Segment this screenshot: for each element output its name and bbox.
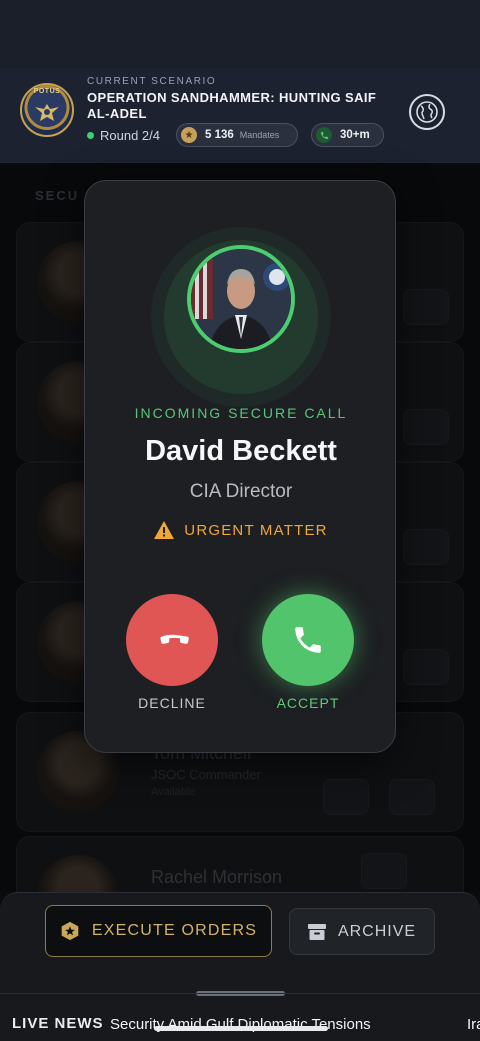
status-dot	[87, 132, 94, 139]
timer-value: 30+m	[340, 129, 370, 141]
accept-label: ACCEPT	[276, 695, 340, 711]
scenario-label: CURRENT SCENARIO	[87, 76, 217, 87]
execute-orders-label: EXECUTE ORDERS	[91, 922, 258, 939]
accept-call-button[interactable]	[262, 594, 354, 686]
archive-label: ARCHIVE	[337, 922, 417, 940]
call-timer-badge[interactable]: 30+m	[311, 123, 384, 147]
incoming-call-label: INCOMING SECURE CALL	[134, 405, 348, 421]
caller-portrait	[191, 249, 291, 349]
hexagon-star-icon	[61, 921, 79, 941]
home-indicator[interactable]	[154, 1026, 328, 1031]
urgency-text: URGENT MATTER	[184, 521, 328, 539]
round-indicator: Round 2/4	[87, 128, 160, 143]
decline-label: DECLINE	[138, 695, 206, 711]
news-ticker: LIVE NEWS Security Amid Gulf Diplomatic …	[0, 1010, 480, 1040]
potus-seal-logo: POTUS	[20, 83, 74, 137]
phone-icon	[316, 127, 332, 143]
decline-call-button[interactable]	[126, 594, 218, 686]
scenario-title: OPERATION SANDHAMMER: HUNTING SAIF AL-AD…	[87, 90, 377, 121]
seal-text: POTUS	[33, 88, 61, 95]
urgency-badge: URGENT MATTER	[85, 521, 397, 539]
top-status-area	[0, 0, 480, 68]
globe-button[interactable]	[409, 94, 445, 130]
star-icon: ★	[181, 127, 197, 143]
globe-icon	[416, 101, 438, 123]
live-news-label: LIVE NEWS	[12, 1015, 104, 1032]
caller-role: CIA Director	[189, 481, 293, 502]
ticker-next-headline[interactable]: Ira	[467, 1016, 480, 1033]
mandates-value: 5 136	[205, 129, 234, 141]
caller-name: David Beckett	[145, 435, 337, 467]
divider	[0, 993, 480, 994]
round-text: Round 2/4	[100, 128, 160, 143]
caller-avatar	[187, 245, 295, 353]
archive-button[interactable]: ARCHIVE	[289, 908, 435, 955]
execute-orders-button[interactable]: EXECUTE ORDERS	[45, 905, 272, 957]
archive-icon	[307, 923, 326, 940]
phone-icon	[295, 627, 321, 653]
eagle-icon	[35, 104, 59, 121]
scenario-header: POTUS CURRENT SCENARIO OPERATION SANDHAM…	[0, 68, 480, 163]
warning-icon	[154, 521, 175, 539]
mandates-badge[interactable]: ★ 5 136 Mandates	[176, 123, 298, 147]
mandates-label: Mandates	[239, 130, 280, 140]
incoming-call-modal: INCOMING SECURE CALL David Beckett CIA D…	[84, 180, 396, 753]
hang-up-icon	[160, 634, 189, 644]
